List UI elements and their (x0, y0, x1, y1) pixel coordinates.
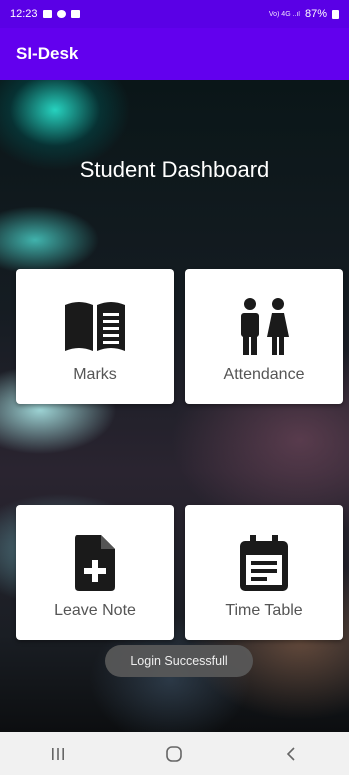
status-bar: 12:23 Vo) 4G ..ıl 87% (0, 0, 349, 28)
system-nav-bar (0, 732, 349, 775)
calendar-icon (185, 533, 343, 593)
page-title: Student Dashboard (79, 157, 270, 182)
people-icon (185, 297, 343, 357)
login-toast: Login Successfull (105, 645, 253, 677)
leave-note-label: Leave Note (54, 602, 136, 619)
network-signal-icon: Vo) 4G ..ıl (268, 10, 300, 18)
status-time: 12:23 (10, 8, 38, 20)
gallery-notification-icon (42, 10, 52, 18)
status-left: 12:23 (10, 8, 80, 20)
attendance-card[interactable]: Attendance (185, 269, 343, 404)
marks-label: Marks (73, 366, 117, 383)
note-add-icon (16, 533, 174, 593)
battery-level: 87% (304, 8, 327, 20)
chrome-notification-icon (56, 10, 66, 18)
home-button[interactable] (154, 739, 194, 769)
back-icon (286, 746, 295, 761)
book-icon (16, 297, 174, 357)
time-table-card[interactable]: Time Table (185, 505, 343, 640)
message-notification-icon (70, 10, 80, 18)
battery-icon (332, 9, 339, 19)
recent-apps-icon (52, 747, 65, 760)
app-bar: SI-Desk (0, 28, 349, 80)
status-right: Vo) 4G ..ıl 87% (269, 8, 339, 20)
attendance-label: Attendance (223, 366, 305, 383)
recent-apps-button[interactable] (38, 739, 78, 769)
time-table-label: Time Table (225, 602, 303, 619)
marks-card[interactable]: Marks (16, 269, 174, 404)
app-title: SI-Desk (16, 44, 79, 63)
back-button[interactable] (271, 739, 311, 769)
home-icon (166, 745, 183, 762)
leave-note-card[interactable]: Leave Note (16, 505, 174, 640)
dashboard-content: Student Dashboard Marks Attendance Leave… (0, 80, 349, 732)
